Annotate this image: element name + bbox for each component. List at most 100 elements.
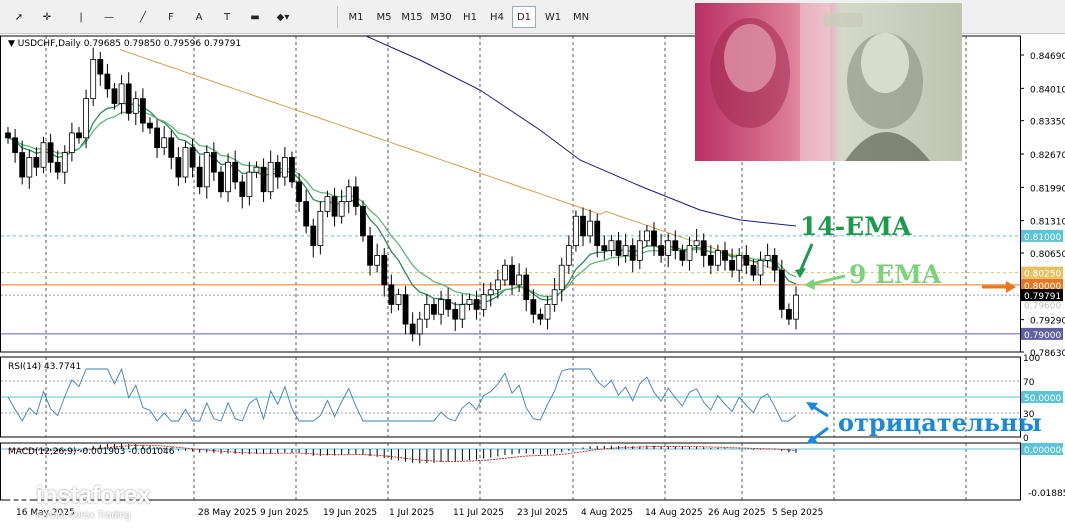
cursor-tool[interactable]: ➚ — [8, 6, 30, 28]
candle-body — [68, 132, 75, 153]
candle-body — [5, 132, 11, 139]
date-label: 23 Jul 2025 — [517, 508, 568, 518]
ema9-arrowhead — [804, 279, 815, 290]
candle-body — [601, 245, 608, 251]
candle-body — [260, 166, 267, 193]
candle-body — [750, 264, 757, 276]
candle-body — [778, 269, 785, 310]
candle-body — [587, 220, 594, 237]
candle-body — [239, 181, 246, 198]
candle-body — [736, 255, 743, 271]
candle-body — [409, 323, 416, 335]
timeframe-w1[interactable]: W1 — [541, 6, 565, 28]
candle-body — [147, 122, 153, 129]
candle-body — [537, 313, 544, 320]
candle-body — [26, 157, 33, 178]
price-tick-label: 0.81990 — [1030, 184, 1065, 194]
date-label: 1 Jul 2025 — [389, 508, 434, 518]
price-tick-label: 0.79290 — [1030, 317, 1065, 327]
instaforex-logo: instaforex Instant Forex Trading — [6, 482, 176, 528]
candle-body — [12, 137, 18, 153]
timeframe-h1[interactable]: H1 — [458, 6, 482, 28]
fibonacci-tool[interactable]: F — [160, 6, 182, 28]
candle-body — [764, 255, 771, 261]
timeframe-m15[interactable]: M15 — [398, 6, 426, 28]
logo-text: instaforex — [36, 482, 151, 509]
candle-body — [154, 127, 160, 149]
candle-body — [700, 240, 707, 256]
candle-body — [452, 308, 459, 320]
candle-body — [267, 161, 274, 193]
rectangle-tool[interactable]: ▬ — [244, 6, 266, 28]
candle-body — [679, 250, 686, 261]
crosshair-tool[interactable]: ✛ — [36, 6, 58, 28]
candle-body — [608, 240, 615, 251]
candle-body — [125, 83, 132, 114]
ema14-arrow — [798, 243, 814, 273]
candle-body — [551, 289, 558, 305]
candle-body — [118, 83, 125, 104]
candle-body — [480, 294, 487, 310]
faint-price-label: 0.79600 — [1024, 301, 1061, 311]
candle-body — [573, 215, 579, 247]
candle-body — [61, 152, 68, 173]
candle-body — [324, 196, 331, 212]
candle-body — [423, 304, 430, 320]
candle-body — [622, 245, 629, 256]
negative-annotation: отрицательны — [838, 408, 1042, 437]
date-label: 5 Sep 2025 — [772, 508, 823, 518]
horizontal-line-tool[interactable]: — — [98, 6, 120, 28]
candle-body — [494, 279, 501, 291]
timeframe-m30[interactable]: M30 — [427, 6, 455, 28]
candle-body — [381, 255, 388, 286]
candle-body — [487, 289, 494, 296]
candle-body — [189, 147, 196, 168]
text-label-tool[interactable]: T — [216, 6, 238, 28]
timeframe-h4[interactable]: H4 — [485, 6, 509, 28]
candle-body — [196, 166, 203, 188]
candle-body — [168, 137, 175, 158]
date-label: 4 Aug 2025 — [581, 508, 633, 518]
timeframe-m5[interactable]: M5 — [372, 6, 396, 28]
candle-body — [274, 161, 281, 178]
price-tick-label: 0.82670 — [1030, 151, 1065, 161]
candle-body — [438, 299, 444, 315]
timeframe-d1[interactable]: D1 — [512, 6, 536, 28]
candle-body — [90, 59, 97, 100]
timeframe-m1[interactable]: M1 — [344, 6, 368, 28]
candle-body — [253, 166, 260, 173]
candle-body — [672, 240, 679, 251]
candle-body — [182, 147, 189, 178]
candle-body — [218, 171, 224, 193]
trendline-tool[interactable]: ╱ — [132, 6, 154, 28]
date-label: 9 Jun 2025 — [260, 508, 308, 518]
candle-body — [459, 304, 466, 320]
candle-body — [743, 255, 750, 266]
candle-body — [544, 304, 551, 320]
candle-body — [303, 201, 310, 227]
candle-body — [388, 284, 395, 305]
text-tool[interactable]: A — [188, 6, 210, 28]
candle-body — [473, 299, 480, 310]
candle-body — [19, 152, 26, 178]
candle-body — [665, 240, 672, 256]
candle-body — [338, 201, 345, 217]
candle-body — [707, 255, 714, 266]
candle-body — [360, 206, 366, 237]
vertical-line-tool[interactable]: | — [70, 6, 92, 28]
shapes-tool[interactable]: ◆▾ — [272, 6, 294, 28]
candle-body — [54, 161, 61, 173]
candle-body — [203, 152, 210, 188]
candle-body — [246, 171, 253, 198]
timeframe-mn[interactable]: MN — [569, 6, 593, 28]
candle-body — [757, 259, 764, 276]
currency-photo — [695, 3, 962, 161]
candle-body — [132, 98, 139, 114]
ema50-line — [119, 49, 786, 271]
candle-body — [786, 308, 792, 320]
candle-body — [281, 157, 288, 178]
candle-body — [509, 264, 515, 286]
level-label: 0.79000 — [1024, 331, 1061, 341]
candle-body — [658, 245, 665, 256]
candle-body — [523, 274, 530, 300]
